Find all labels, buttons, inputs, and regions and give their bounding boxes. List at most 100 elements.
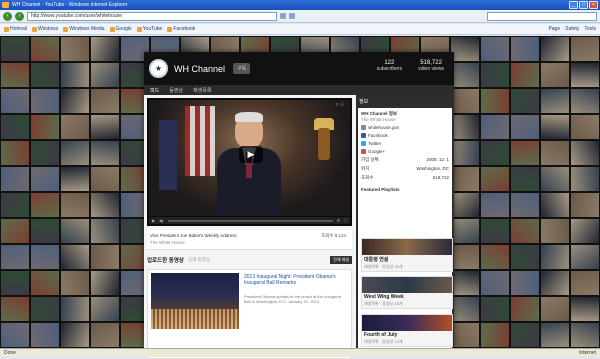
about-link[interactable]: Google+ [361,149,449,154]
menu-safety[interactable]: Safety [565,26,579,32]
subscribe-button[interactable]: 구독 [233,63,251,74]
mosaic-photo-tile [90,166,120,192]
url-input[interactable]: http://www.youtube.com/user/whitehouse [27,11,277,21]
fullscreen-icon[interactable]: ⛶ [344,218,347,223]
mosaic-photo-tile [30,218,60,244]
minimize-button[interactable]: _ [569,1,578,9]
mosaic-photo-tile [90,192,120,218]
featured-video-thumbnail[interactable] [151,273,239,329]
window-titlebar: WH Channel - YouTube - Windows Internet … [0,0,600,10]
back-icon[interactable]: ‹ [3,11,12,21]
mosaic-photo-tile [90,114,120,140]
featured-video-title[interactable]: 2013 Inaugural Night: President Obama's … [244,274,348,286]
mosaic-photo-tile [540,192,570,218]
playlist-name[interactable]: Fourth of July [362,331,452,339]
mosaic-photo-tile [540,296,570,322]
mosaic-photo-tile [30,322,60,348]
mosaic-photo-tile [0,270,30,296]
playlist-thumbnail[interactable] [362,277,452,293]
mosaic-photo-tile [450,62,480,88]
mosaic-photo-tile [30,270,60,296]
uploads-section-header: 업로드한 동영상 공개 동영상 전체 재생 [147,255,352,265]
tab-videos[interactable]: 동영상 [169,87,183,94]
forward-icon[interactable]: › [15,11,24,21]
mosaic-photo-tile [0,140,30,166]
link-item[interactable]: Windows Media [63,26,105,32]
playlist-card[interactable]: West Wing Week 재생목록 · 동영상 48개 [361,276,453,309]
tab-feed[interactable]: 피드 [150,87,159,94]
mosaic-photo-tile [480,296,510,322]
mosaic-photo-tile [510,322,540,348]
refresh-icon[interactable] [280,13,286,19]
video-player[interactable]: ▶ ⇪ ⓘ ▶ ◀) ⚙ ⛶ [147,98,352,226]
play-icon[interactable]: ▶ [239,146,263,163]
googleplus-icon [361,149,366,154]
progress-bar[interactable] [167,219,333,222]
mosaic-photo-tile [0,166,30,192]
status-bar: Done Internet [0,348,600,357]
about-link[interactable]: Twitter [361,141,449,146]
link-item[interactable]: Hotmail [4,26,27,32]
mosaic-photo-tile [450,322,480,348]
mosaic-photo-tile [30,62,60,88]
playlist-thumbnail[interactable] [362,315,452,331]
play-pause-icon[interactable]: ▶ [152,218,155,223]
mosaic-photo-tile [570,192,600,218]
links-toolbar: Hotmail Windows Windows Media Google You… [0,24,600,35]
stop-icon[interactable] [289,13,295,19]
mosaic-photo-tile [0,218,30,244]
speaker-image [217,112,281,216]
favorite-icon [136,26,142,32]
playlist-count: 재생목록 · 동영상 35개 [364,264,403,269]
about-link[interactable]: Facebook [361,133,449,138]
menu-page[interactable]: Page [548,26,560,32]
video-views: 조회수 9,124 [321,233,346,238]
featured-video-card[interactable]: 2013 Inaugural Night: President Obama's … [147,269,352,359]
video-title[interactable]: Vice President Joe Biden's Weekly Addres… [150,233,349,238]
mosaic-photo-tile [60,192,90,218]
close-button[interactable]: × [589,1,598,9]
mosaic-photo-tile [540,218,570,244]
menu-tools[interactable]: Tools [584,26,596,32]
mosaic-photo-tile [510,270,540,296]
mosaic-photo-tile [30,140,60,166]
playlist-card[interactable]: Fourth of July 재생목록 · 동영상 12개 [361,314,453,347]
volume-icon[interactable]: ◀) [159,218,163,223]
mosaic-photo-tile [540,244,570,270]
mosaic-photo-tile [570,244,600,270]
playlist-name[interactable]: 대통령 연설 [362,255,452,264]
playlist-name[interactable]: West Wing Week [362,293,452,301]
mosaic-photo-tile [540,140,570,166]
maximize-button[interactable]: □ [579,1,588,9]
mosaic-photo-tile [0,36,30,62]
search-input[interactable] [487,11,597,21]
playlist-count: 재생목록 · 동영상 12개 [364,339,403,344]
share-icon[interactable]: ⇪ ⓘ [336,102,344,108]
mosaic-photo-tile [480,322,510,348]
mosaic-photo-tile [90,270,120,296]
video-frame[interactable]: ▶ ⇪ ⓘ [149,100,350,216]
playlist-card[interactable]: 대통령 연설 재생목록 · 동영상 35개 [361,238,453,272]
settings-icon[interactable]: ⚙ [337,218,341,223]
globe-icon [361,125,366,130]
mosaic-photo-tile [480,114,510,140]
tab-playlists[interactable]: 재생목록 [193,87,211,94]
mosaic-photo-tile [30,192,60,218]
channel-header: ★ WH Channel 구독 122 subscribers 518,722 vi… [144,52,454,85]
mosaic-photo-tile [570,166,600,192]
mosaic-photo-tile [0,62,30,88]
mosaic-photo-tile [570,296,600,322]
mosaic-photo-tile [540,166,570,192]
link-item[interactable]: Windows [31,26,58,32]
link-item[interactable]: Facebook [167,26,195,32]
link-item[interactable]: Google [109,26,132,32]
mosaic-photo-tile [60,296,90,322]
link-item[interactable]: YouTube [136,26,162,32]
mosaic-photo-tile [30,36,60,62]
mosaic-photo-tile [510,88,540,114]
about-link[interactable]: whitehouse.gov [361,125,449,130]
playlist-thumbnail[interactable] [362,239,452,255]
play-all-button[interactable]: 전체 재생 [330,256,352,264]
mosaic-photo-tile [480,140,510,166]
featured-playlists-title: Featured Playlists [361,187,400,192]
